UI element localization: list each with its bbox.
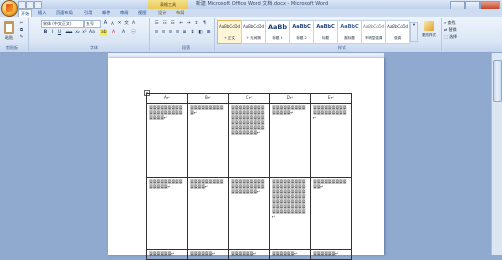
tab-mailings[interactable]: 邮件	[102, 9, 110, 17]
font-color-icon[interactable]: A	[110, 29, 117, 36]
replace-icon: ⇄	[444, 27, 448, 32]
show-marks-icon[interactable]: ¶	[201, 20, 208, 27]
table-cell[interactable]: 臺臺臺臺臺臺臺臺臺臺臺臺臺臺臺臺臺臺臺臺臺臺臺臺臺臺臺臺臺臺臺臺臺臺臺臺臺臺臺臺…	[269, 177, 311, 250]
find-button[interactable]: ⌕ 查找	[444, 20, 456, 26]
table-header-cell[interactable]: A↵	[146, 93, 188, 104]
table-header-cell[interactable]: C↵	[228, 93, 270, 104]
clear-format-icon[interactable]: ✕	[116, 20, 123, 27]
table-cell[interactable]: 臺臺臺臺臺臺臺臺臺臺臺臺臺臺臺臺臺臺臺臺臺臺臺臺臺臺臺臺臺臺臺臺臺臺臺臺臺臺臺臺…	[228, 103, 270, 178]
paste-label: 粘贴	[5, 35, 13, 40]
select-button[interactable]: ⬚ 选择	[444, 34, 457, 40]
style-no-spacing[interactable]: AaBbCcDd + 无间隔	[241, 20, 266, 44]
tab-design[interactable]: 设计	[158, 9, 166, 17]
document-table[interactable]: A↵ B↵ C↵ D↵ E↵ 臺臺臺臺臺臺臺臺臺臺臺臺臺臺臺臺臺臺臺臺臺臺↵ 臺…	[146, 93, 352, 260]
line-spacing-icon[interactable]: ↨	[189, 29, 196, 36]
shading-icon[interactable]: ◧	[197, 29, 204, 36]
replace-button[interactable]: ⇄ 替换	[444, 27, 457, 33]
align-right-icon[interactable]: ≡	[167, 29, 174, 36]
table-cell[interactable]: 臺臺臺臺臺臺臺臺臺臺臺臺臺↵	[187, 177, 229, 250]
style-emphasis[interactable]: AaBbCcDd 强调	[385, 20, 410, 44]
table-row: 臺臺臺臺臺臺臺臺臺臺臺臺臺臺臺臺臺臺臺臺臺臺↵ 臺臺臺臺臺臺臺臺臺臺↵ 臺臺臺臺…	[146, 103, 352, 178]
group-label-clipboard: 剪贴板	[6, 45, 18, 50]
table-cell[interactable]: 臺臺臺臺臺臺臺臺臺臺臺↵	[310, 177, 352, 250]
align-center-icon[interactable]: ≡	[160, 29, 167, 36]
tab-view[interactable]: 视图	[138, 9, 146, 17]
bullets-icon[interactable]: ☰	[153, 20, 160, 27]
group-label-styles: 样式	[338, 45, 346, 50]
style-heading-1[interactable]: AaBb 标题 1	[265, 20, 290, 44]
office-button[interactable]	[1, 0, 18, 17]
ribbon: 粘贴 ✂ ⧉ ✎ 剪贴板 宋体 (中文正文) 五号 A A ✕ 文 A B I …	[0, 17, 502, 53]
decrease-indent-icon[interactable]: ⇤	[178, 20, 185, 27]
borders-icon[interactable]: ⊞	[205, 29, 212, 36]
copy-icon[interactable]: ⧉	[18, 27, 25, 34]
superscript-icon[interactable]: x²	[81, 29, 88, 36]
style-title[interactable]: AaBbC 标题	[313, 20, 338, 44]
select-icon: ⬚	[444, 34, 448, 39]
align-left-icon[interactable]: ≡	[153, 29, 160, 36]
style-subtle-emphasis[interactable]: AaBbCcDd 不明显强调	[361, 20, 386, 44]
justify-icon[interactable]: ≡	[174, 29, 181, 36]
save-icon[interactable]	[18, 1, 26, 9]
highlight-icon[interactable]: ab	[100, 29, 107, 36]
phonetic-guide-icon[interactable]: 文	[123, 20, 130, 27]
tab-layout[interactable]: 布局	[176, 9, 184, 17]
ribbon-tabs: 开始 插入 页面布局 引用 邮件 审阅 视图 设计 布局	[0, 9, 502, 18]
window-title: 新建 Microsoft Office Word 文档.docx - Micro…	[195, 1, 329, 7]
change-styles-icon	[424, 21, 434, 31]
tab-references[interactable]: 引用	[84, 9, 92, 17]
office-logo-icon	[6, 4, 13, 12]
strikethrough-button[interactable]: abe	[64, 29, 74, 36]
table-header-row: A↵ B↵ C↵ D↵ E↵	[146, 93, 352, 104]
paste-button[interactable]: 粘贴	[2, 20, 16, 40]
tab-insert[interactable]: 插入	[38, 9, 46, 17]
numbering-icon[interactable]: ☷	[161, 20, 168, 27]
table-cell[interactable]: 臺臺臺臺臺臺臺臺臺臺臺臺臺臺臺臺臺臺臺臺臺臺臺臺臺↵	[228, 177, 270, 250]
shrink-font-button[interactable]: A	[109, 20, 116, 27]
table-cell[interactable]: 臺臺臺臺臺臺臺臺臺臺臺臺臺臺↵	[269, 103, 311, 178]
change-case-icon[interactable]: Aa	[88, 29, 95, 36]
scrollbar-thumb[interactable]	[493, 60, 502, 102]
distributed-icon[interactable]: ≣	[181, 29, 188, 36]
table-cell[interactable]: 臺臺臺臺臺臺臺臺臺臺臺臺臺臺↵	[146, 177, 188, 250]
underline-button[interactable]: U	[56, 29, 63, 36]
tab-page-layout[interactable]: 页面布局	[56, 9, 73, 17]
table-row: 臺臺臺臺臺臺臺臺臺臺臺臺臺臺↵ 臺臺臺臺臺臺臺臺臺臺臺臺臺↵ 臺臺臺臺臺臺臺臺臺…	[146, 177, 352, 250]
style-heading-2[interactable]: AaBbC 标题 2	[289, 20, 314, 44]
table-cell[interactable]: 臺臺臺臺臺臺臺臺臺臺臺臺臺臺臺臺臺臺臺臺臺臺↵	[146, 103, 188, 178]
redo-icon[interactable]	[34, 1, 42, 9]
binoculars-icon: ⌕	[444, 20, 447, 25]
table-cell[interactable]: 臺臺臺臺臺臺臺臺臺臺臺臺臺臺臺臺臺臺↵	[310, 103, 352, 178]
style-normal[interactable]: AaBbCcDd + 正文	[217, 20, 242, 44]
styles-more-icon[interactable]: ▾	[410, 22, 418, 42]
tab-review[interactable]: 审阅	[120, 9, 128, 17]
char-border-icon[interactable]: A	[130, 20, 137, 27]
multilevel-list-icon[interactable]: ☲	[169, 20, 176, 27]
enclose-char-icon[interactable]: ㊀	[130, 29, 137, 36]
style-subtitle[interactable]: AaBbC 副标题	[337, 20, 362, 44]
undo-icon[interactable]	[26, 1, 34, 9]
char-shading-icon[interactable]: A	[120, 29, 127, 36]
cut-icon[interactable]: ✂	[18, 20, 25, 27]
font-name-select[interactable]: 宋体 (中文正文)	[41, 20, 84, 28]
group-label-paragraph: 段落	[182, 45, 190, 50]
increase-indent-icon[interactable]: ⇥	[185, 20, 192, 27]
sort-icon[interactable]: ↕	[193, 20, 200, 27]
table-cell[interactable]: 臺臺臺臺臺臺臺臺臺臺↵	[187, 103, 229, 178]
table-header-cell[interactable]: B↵	[187, 93, 229, 104]
table-header-cell[interactable]: D↵	[269, 93, 311, 104]
font-size-select[interactable]: 五号	[84, 20, 101, 28]
format-painter-icon[interactable]: ✎	[18, 34, 25, 41]
grow-font-button[interactable]: A	[102, 20, 109, 27]
italic-button[interactable]: I	[49, 29, 56, 36]
change-styles-button[interactable]: 更改样式	[419, 20, 439, 44]
bold-button[interactable]: B	[42, 29, 49, 36]
subscript-icon[interactable]: x₂	[74, 29, 81, 36]
context-tab-table-tools: 表格工具	[148, 0, 188, 9]
table-header-cell[interactable]: E↵	[310, 93, 352, 104]
group-label-font: 字体	[90, 45, 98, 50]
